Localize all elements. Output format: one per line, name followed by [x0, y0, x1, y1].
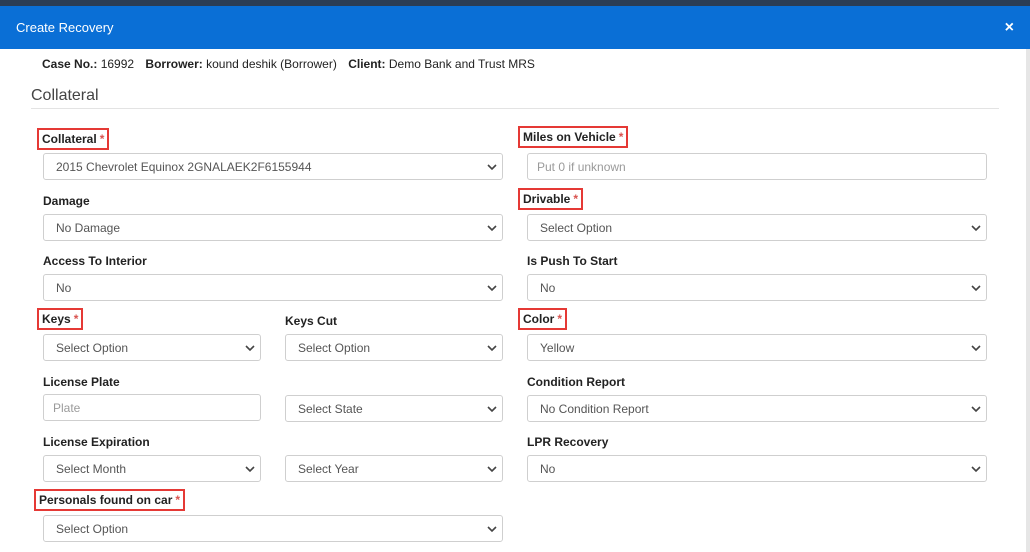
- keys-label-text: Keys: [42, 312, 71, 326]
- drivable-select-value: Select Option: [540, 220, 613, 235]
- lpr-recovery-select[interactable]: No: [527, 455, 987, 482]
- chevron-down-icon: [487, 223, 497, 233]
- color-label: Color *: [517, 308, 568, 330]
- drivable-label-text: Drivable: [523, 192, 571, 206]
- borrower-label: Borrower:: [145, 57, 203, 71]
- exp-month-select-value: Select Month: [56, 461, 127, 476]
- collateral-label: Collateral *: [36, 128, 110, 150]
- chevron-down-icon: [487, 464, 497, 474]
- required-marker: *: [557, 312, 563, 326]
- modal-title: Create Recovery: [16, 20, 114, 35]
- required-marker: *: [73, 312, 79, 326]
- personals-select[interactable]: Select Option: [43, 515, 503, 542]
- section-title-collateral: Collateral: [31, 87, 99, 104]
- push-to-start-label: Is Push To Start: [527, 254, 618, 268]
- chevron-down-icon: [971, 223, 981, 233]
- access-interior-select-value: No: [56, 280, 72, 295]
- color-select[interactable]: Yellow: [527, 334, 987, 361]
- required-marker: *: [618, 130, 624, 144]
- required-marker: *: [573, 192, 579, 206]
- miles-input-placeholder: Put 0 if unknown: [537, 159, 626, 174]
- case-no-value: 16992: [100, 57, 135, 71]
- keys-select[interactable]: Select Option: [43, 334, 261, 361]
- section-divider: [31, 108, 999, 109]
- condition-report-select[interactable]: No Condition Report: [527, 395, 987, 422]
- client-value: Demo Bank and Trust MRS: [388, 57, 535, 71]
- personals-label-text: Personals found on car: [39, 493, 173, 507]
- push-to-start-select-value: No: [540, 280, 556, 295]
- access-interior-label: Access To Interior: [43, 254, 147, 268]
- license-expiration-label: License Expiration: [43, 435, 150, 449]
- chevron-down-icon: [487, 404, 497, 414]
- license-plate-label: License Plate: [43, 375, 120, 389]
- required-marker: *: [175, 493, 181, 507]
- chevron-down-icon: [487, 162, 497, 172]
- exp-year-select-value: Select Year: [298, 461, 359, 476]
- plate-state-select-value: Select State: [298, 401, 363, 416]
- collateral-label-text: Collateral: [42, 132, 97, 146]
- case-no-label: Case No.:: [42, 57, 98, 71]
- damage-select[interactable]: No Damage: [43, 214, 503, 241]
- personals-select-value: Select Option: [56, 521, 129, 536]
- damage-label: Damage: [43, 194, 90, 208]
- access-interior-select[interactable]: No: [43, 274, 503, 301]
- keys-label: Keys *: [36, 308, 84, 330]
- personals-label: Personals found on car *: [33, 489, 186, 511]
- chevron-down-icon: [245, 464, 255, 474]
- lpr-recovery-select-value: No: [540, 461, 556, 476]
- drivable-select[interactable]: Select Option: [527, 214, 987, 241]
- close-icon[interactable]: ×: [1005, 19, 1014, 36]
- plate-state-select[interactable]: Select State: [285, 395, 503, 422]
- client-label: Client:: [348, 57, 386, 71]
- keys-cut-select-value: Select Option: [298, 340, 371, 355]
- miles-label-text: Miles on Vehicle: [523, 130, 616, 144]
- case-info: Case No.: 16992 Borrower: kound deshik (…: [42, 57, 535, 71]
- exp-year-select[interactable]: Select Year: [285, 455, 503, 482]
- drivable-label: Drivable *: [517, 188, 584, 210]
- chevron-down-icon: [245, 343, 255, 353]
- lpr-recovery-label: LPR Recovery: [527, 435, 609, 449]
- chevron-down-icon: [487, 343, 497, 353]
- color-select-value: Yellow: [540, 340, 575, 355]
- damage-select-value: No Damage: [56, 220, 121, 235]
- license-plate-placeholder: Plate: [53, 400, 81, 415]
- keys-cut-label: Keys Cut: [285, 314, 338, 328]
- condition-report-select-value: No Condition Report: [540, 401, 649, 416]
- chevron-down-icon: [971, 283, 981, 293]
- collateral-select-value: 2015 Chevrolet Equinox 2GNALAEK2F6155944: [56, 159, 312, 174]
- chevron-down-icon: [971, 404, 981, 414]
- condition-report-label: Condition Report: [527, 375, 625, 389]
- miles-input[interactable]: Put 0 if unknown: [527, 153, 987, 180]
- chevron-down-icon: [971, 464, 981, 474]
- push-to-start-select[interactable]: No: [527, 274, 987, 301]
- chevron-down-icon: [487, 283, 497, 293]
- keys-cut-select[interactable]: Select Option: [285, 334, 503, 361]
- required-marker: *: [99, 132, 105, 146]
- miles-label: Miles on Vehicle *: [517, 126, 629, 148]
- keys-select-value: Select Option: [56, 340, 129, 355]
- color-label-text: Color: [523, 312, 555, 326]
- borrower-value: kound deshik (Borrower): [206, 57, 337, 71]
- collateral-select[interactable]: 2015 Chevrolet Equinox 2GNALAEK2F6155944: [43, 153, 503, 180]
- license-plate-input[interactable]: Plate: [43, 394, 261, 421]
- chevron-down-icon: [971, 343, 981, 353]
- modal-header: Create Recovery ×: [0, 6, 1030, 49]
- exp-month-select[interactable]: Select Month: [43, 455, 261, 482]
- chevron-down-icon: [487, 524, 497, 534]
- scrollbar[interactable]: [1026, 49, 1030, 552]
